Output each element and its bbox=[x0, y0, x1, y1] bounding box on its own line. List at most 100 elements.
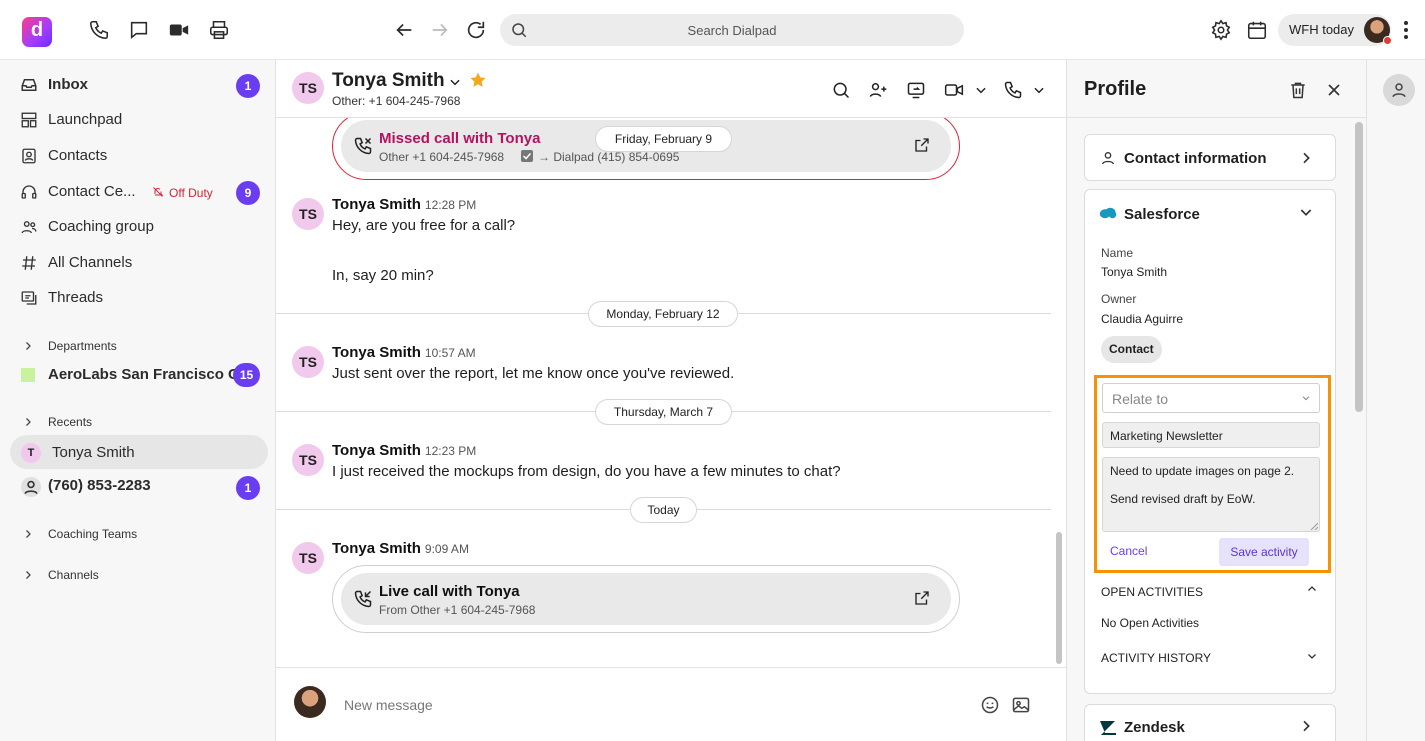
left-sidebar: Inbox 1 Launchpad Contacts Contact Ce...… bbox=[0, 60, 276, 741]
search-placeholder: Search Dialpad bbox=[687, 23, 777, 38]
message-sender: Tonya Smith 12:23 PM bbox=[332, 442, 477, 459]
relate-to-select[interactable]: Relate to bbox=[1102, 383, 1320, 413]
top-bar: d Search Dialpad WFH today bbox=[0, 0, 1425, 60]
more-vertical-icon[interactable] bbox=[1396, 19, 1416, 41]
zendesk-card[interactable]: Zendesk bbox=[1084, 704, 1336, 741]
date-divider: Today bbox=[630, 497, 697, 523]
sidebar-item-contact-center[interactable]: Contact Ce... Off Duty 9 bbox=[10, 175, 268, 209]
message-avatar: TS bbox=[292, 444, 324, 476]
add-person-icon[interactable] bbox=[868, 80, 888, 100]
screen-share-icon[interactable] bbox=[906, 80, 926, 100]
conversation-header: TS Tonya Smith Other: +1 604-245-7968 bbox=[276, 60, 1066, 118]
image-icon[interactable] bbox=[1011, 695, 1031, 715]
search-icon[interactable] bbox=[831, 80, 851, 100]
refresh-icon[interactable] bbox=[465, 19, 487, 41]
section-label: Recents bbox=[48, 415, 93, 429]
message-text: Hey, are you free for a call? bbox=[332, 217, 516, 234]
sidebar-item-label: Inbox bbox=[48, 76, 88, 93]
message-time: 12:23 PM bbox=[424, 444, 477, 458]
profile-toggle-button[interactable] bbox=[1383, 74, 1415, 106]
video-icon[interactable] bbox=[168, 19, 190, 41]
message-time: 10:57 AM bbox=[424, 346, 476, 360]
scrollbar[interactable] bbox=[1056, 532, 1062, 664]
recent-item-phone-number[interactable]: (760) 853-2283 1 bbox=[10, 470, 268, 504]
message-icon[interactable] bbox=[128, 19, 150, 41]
chevron-down-icon[interactable] bbox=[448, 75, 462, 89]
status-button[interactable]: WFH today bbox=[1278, 14, 1392, 46]
trash-icon[interactable] bbox=[1288, 80, 1308, 100]
bell-off-icon bbox=[152, 186, 164, 198]
profile-panel: Profile Contact information Salesforce N… bbox=[1066, 60, 1367, 741]
chevron-up-icon[interactable] bbox=[1306, 583, 1318, 595]
forward-arrow-icon[interactable] bbox=[429, 19, 451, 41]
chevron-right-icon bbox=[22, 569, 34, 581]
chevron-down-icon[interactable] bbox=[1306, 650, 1318, 662]
chevron-right-icon bbox=[22, 340, 34, 352]
sidebar-item-all-channels[interactable]: All Channels bbox=[10, 246, 268, 280]
phone-icon[interactable] bbox=[88, 19, 110, 41]
live-call-card[interactable]: Live call with Tonya From Other +1 604-2… bbox=[332, 565, 960, 633]
missed-call-icon bbox=[353, 136, 373, 156]
message-text: Just sent over the report, let me know o… bbox=[332, 365, 735, 382]
notes-textarea[interactable]: Need to update images on page 2. Send re… bbox=[1102, 457, 1320, 532]
chevron-down-icon[interactable] bbox=[1298, 204, 1314, 220]
printer-icon[interactable] bbox=[208, 19, 230, 41]
message-sender: Tonya Smith 12:28 PM bbox=[332, 196, 477, 213]
inbox-badge: 1 bbox=[236, 74, 260, 98]
person-icon bbox=[1390, 81, 1408, 99]
star-icon[interactable] bbox=[469, 71, 487, 89]
sidebar-item-threads[interactable]: Threads bbox=[10, 281, 268, 315]
department-item[interactable]: AeroLabs San Francisco CA 15 bbox=[10, 358, 268, 392]
my-avatar bbox=[294, 686, 326, 718]
composer: New message bbox=[276, 667, 1066, 741]
back-arrow-icon[interactable] bbox=[393, 19, 415, 41]
calendar-icon[interactable] bbox=[1246, 19, 1268, 41]
subject-input[interactable]: Marketing Newsletter bbox=[1102, 422, 1320, 448]
live-call-inner: Live call with Tonya From Other +1 604-2… bbox=[341, 573, 951, 625]
subject-value: Marketing Newsletter bbox=[1110, 429, 1223, 443]
external-link-icon[interactable] bbox=[913, 589, 931, 607]
message-avatar: TS bbox=[292, 198, 324, 230]
section-label: Channels bbox=[48, 568, 99, 582]
notes-line: Send revised draft by EoW. bbox=[1110, 492, 1256, 506]
recent-label: (760) 853-2283 bbox=[48, 477, 151, 494]
recent-item-tonya-smith[interactable]: T Tonya Smith bbox=[10, 435, 268, 469]
external-link-icon[interactable] bbox=[913, 136, 931, 154]
gear-icon[interactable] bbox=[1210, 19, 1232, 41]
emoji-icon[interactable] bbox=[980, 695, 1000, 715]
chevron-down-icon bbox=[1301, 393, 1311, 403]
activity-history-label: ACTIVITY HISTORY bbox=[1101, 651, 1212, 665]
sidebar-item-label: Launchpad bbox=[48, 111, 123, 128]
sidebar-item-launchpad[interactable]: Launchpad bbox=[10, 103, 268, 137]
scrollbar[interactable] bbox=[1355, 122, 1363, 412]
contact-information-card[interactable]: Contact information bbox=[1084, 134, 1336, 181]
field-label: Owner bbox=[1101, 292, 1137, 306]
dialpad-logo[interactable]: d bbox=[22, 17, 52, 47]
contact-name[interactable]: Tonya Smith bbox=[332, 70, 445, 92]
relate-to-placeholder: Relate to bbox=[1112, 391, 1169, 407]
sidebar-item-inbox[interactable]: Inbox 1 bbox=[10, 68, 268, 102]
zendesk-label: Zendesk bbox=[1124, 719, 1185, 736]
chevron-down-icon[interactable] bbox=[1032, 83, 1046, 97]
chevron-right-icon bbox=[1298, 718, 1314, 734]
message-text: In, say 20 min? bbox=[332, 267, 434, 284]
missed-call-title: Missed call with Tonya bbox=[379, 130, 541, 147]
no-open-activities: No Open Activities bbox=[1101, 616, 1200, 630]
contact-avatar: TS bbox=[292, 72, 324, 104]
hash-icon bbox=[20, 254, 38, 272]
close-icon[interactable] bbox=[1324, 80, 1344, 100]
resize-handle-icon[interactable] bbox=[1310, 522, 1318, 530]
sidebar-item-contacts[interactable]: Contacts bbox=[10, 139, 268, 173]
department-badge: 15 bbox=[233, 363, 260, 387]
section-label: Coaching Teams bbox=[48, 527, 138, 541]
missed-call-to: → Dialpad (415) 854-0695 bbox=[538, 150, 680, 164]
video-icon[interactable] bbox=[944, 80, 964, 100]
save-activity-button[interactable]: Save activity bbox=[1219, 538, 1309, 566]
message-input[interactable]: New message bbox=[344, 697, 433, 713]
search-input[interactable]: Search Dialpad bbox=[500, 14, 964, 46]
live-call-detail: From Other +1 604-245-7968 bbox=[379, 603, 536, 617]
chevron-down-icon[interactable] bbox=[974, 83, 988, 97]
sidebar-item-coaching-group[interactable]: Coaching group bbox=[10, 210, 268, 244]
phone-icon[interactable] bbox=[1003, 80, 1023, 100]
cancel-button[interactable]: Cancel bbox=[1110, 544, 1147, 558]
